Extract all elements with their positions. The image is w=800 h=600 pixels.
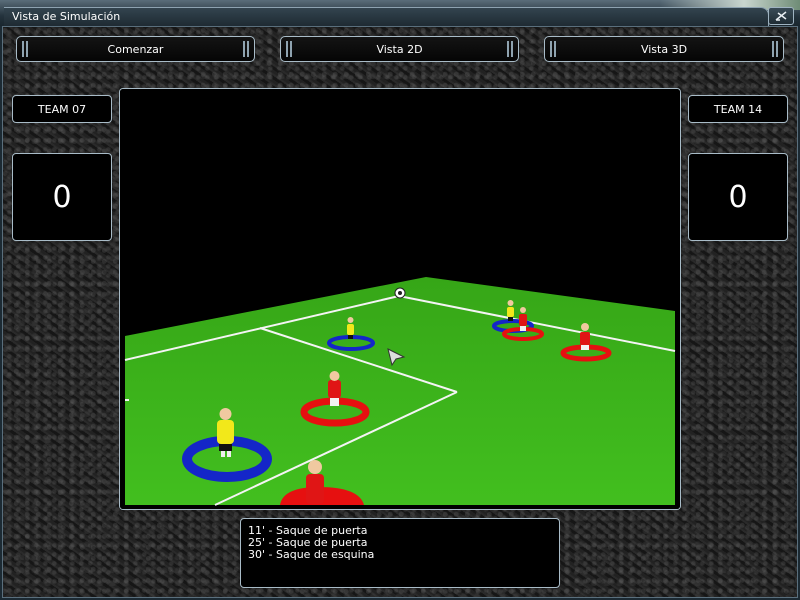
left-team-score: 0 <box>52 179 72 215</box>
right-team-name: TEAM 14 <box>713 102 763 116</box>
view-2d-button[interactable]: Vista 2D <box>280 36 519 62</box>
view-3d-button-label: Vista 3D <box>640 42 688 56</box>
player-red <box>519 307 527 331</box>
title-bar: Vista de Simulación <box>0 0 800 27</box>
left-team-name-panel: TEAM 07 <box>12 95 112 123</box>
left-team-name: TEAM 07 <box>37 102 87 116</box>
3d-field-render <box>120 89 680 509</box>
right-team-score: 0 <box>728 179 748 215</box>
right-team-name-panel: TEAM 14 <box>688 95 788 123</box>
left-team-score-panel: 0 <box>12 153 112 241</box>
event-log-entry: 30' - Saque de esquina <box>248 548 375 561</box>
3d-match-view[interactable] <box>119 88 681 510</box>
close-button[interactable] <box>768 7 794 25</box>
close-icon <box>775 11 787 21</box>
event-log: 11' - Saque de puerta 25' - Saque de pue… <box>240 518 560 588</box>
player-red <box>306 460 324 504</box>
view-3d-button[interactable]: Vista 3D <box>544 36 784 62</box>
window-title: Vista de Simulación <box>12 10 121 23</box>
player-yellow <box>347 317 354 339</box>
start-button-label: Comenzar <box>107 42 164 56</box>
start-button[interactable]: Comenzar <box>16 36 255 62</box>
view-2d-button-label: Vista 2D <box>376 42 423 56</box>
soccer-ball-icon <box>394 287 406 299</box>
player-yellow <box>507 300 514 321</box>
player-red <box>580 323 590 350</box>
right-team-score-panel: 0 <box>688 153 788 241</box>
